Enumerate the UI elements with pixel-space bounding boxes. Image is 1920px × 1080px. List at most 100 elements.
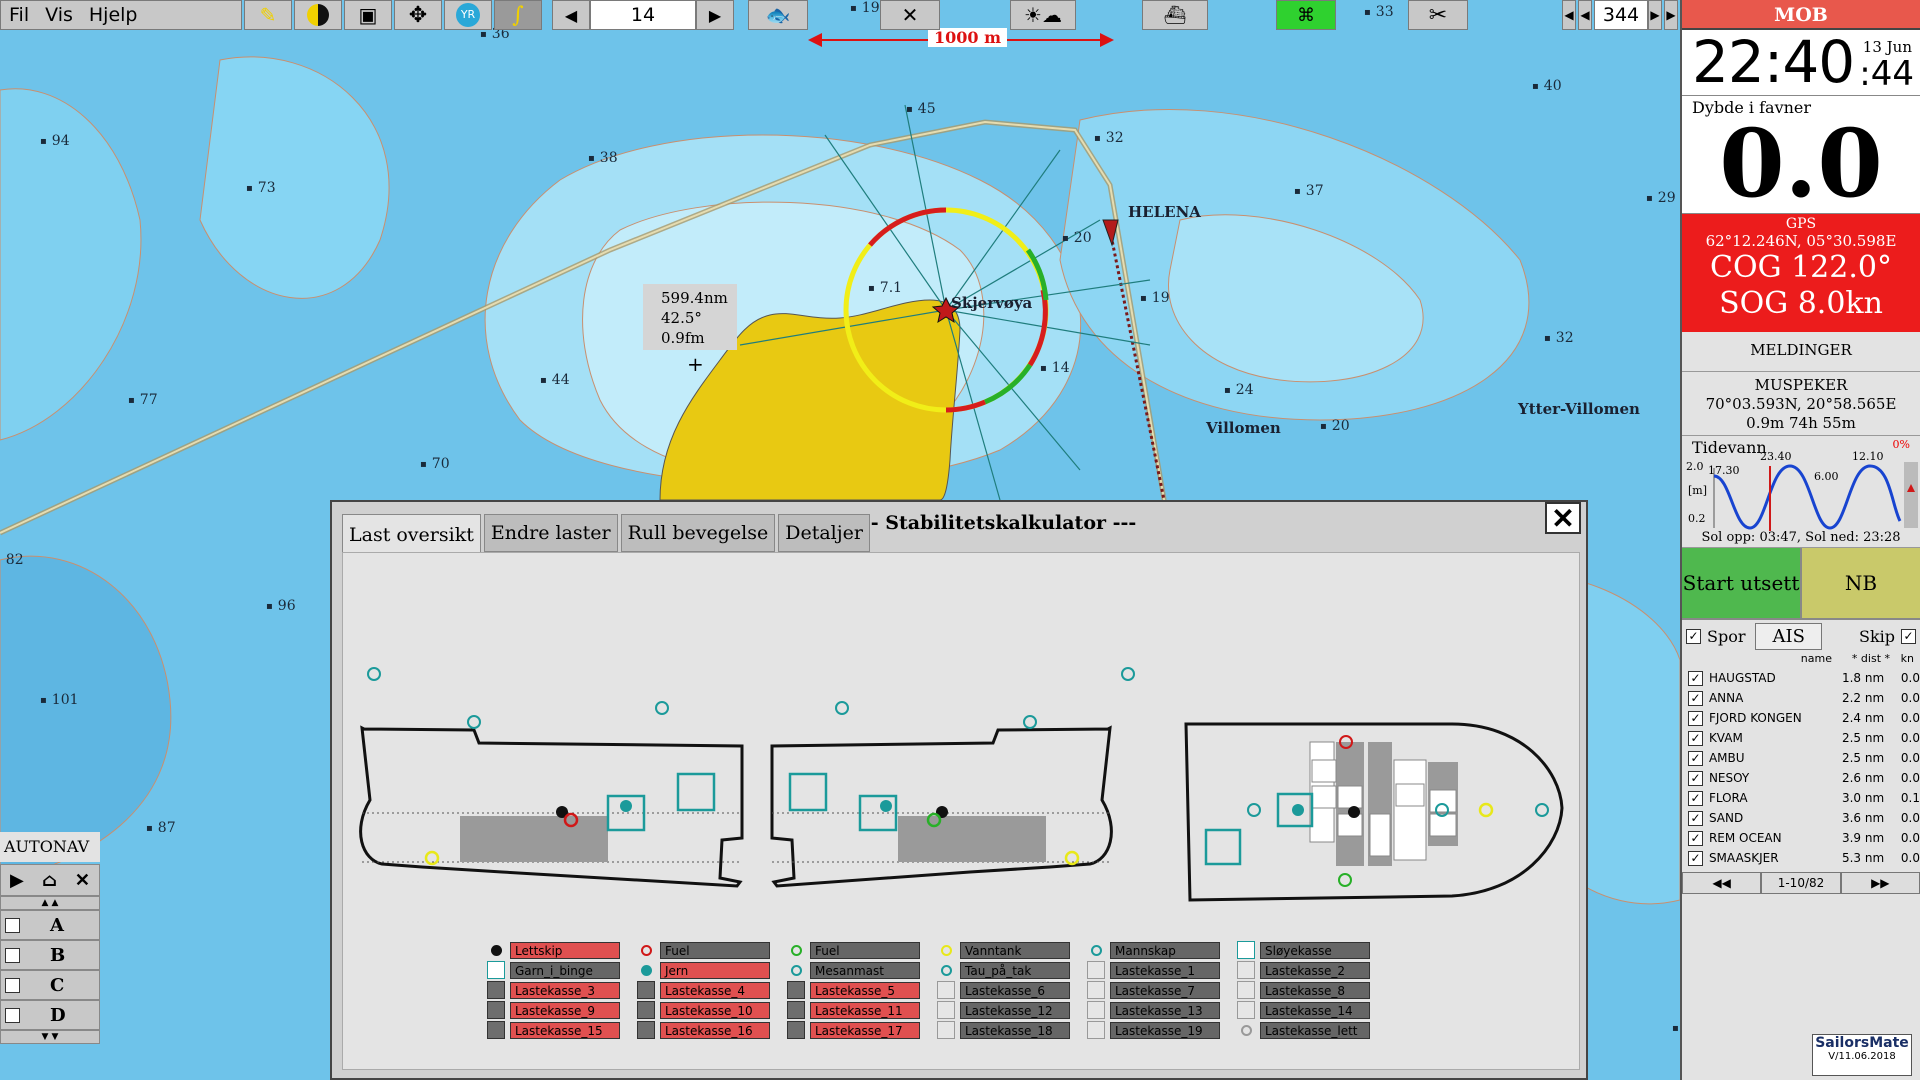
- spor-checkbox[interactable]: ✓: [1686, 628, 1701, 644]
- ais-row-checkbox[interactable]: ✓: [1688, 810, 1703, 826]
- ais-row[interactable]: ✓ ANNA 2.2 nm 0.0: [1682, 688, 1920, 708]
- autonav-scroll-up[interactable]: ▲ ▲: [0, 896, 100, 910]
- ais-row-checkbox[interactable]: ✓: [1688, 850, 1703, 866]
- nb-button[interactable]: NB: [1802, 548, 1920, 618]
- legend-item[interactable]: Lastekasse_19: [1086, 1020, 1236, 1040]
- legend-item[interactable]: Lastekasse_4: [636, 980, 786, 1000]
- legend-item[interactable]: Lastekasse_17: [786, 1020, 936, 1040]
- legend-item[interactable]: Lastekasse_8: [1236, 980, 1386, 1000]
- ais-row-checkbox[interactable]: ✓: [1688, 670, 1703, 686]
- legend-item[interactable]: Lastekasse_16: [636, 1020, 786, 1040]
- menu-hjelp[interactable]: Hjelp: [89, 4, 138, 26]
- zoom-prev-button[interactable]: ◀: [552, 0, 590, 30]
- legend-item[interactable]: Lastekasse_lett: [1236, 1020, 1386, 1040]
- menu-fil[interactable]: Fil: [9, 4, 29, 26]
- pan-button[interactable]: ✥: [394, 0, 442, 30]
- zoom-level-field[interactable]: 14: [590, 0, 696, 30]
- ais-row[interactable]: ✓ FJORD KONGEN 2.4 nm 0.0: [1682, 708, 1920, 728]
- legend-item[interactable]: Lastekasse_6: [936, 980, 1086, 1000]
- autonav-checkbox[interactable]: [5, 977, 20, 993]
- autonav-row[interactable]: C: [0, 970, 100, 1000]
- legend-item[interactable]: Lastekasse_10: [636, 1000, 786, 1020]
- page-next-button[interactable]: ▶: [1648, 0, 1662, 30]
- page-last-button[interactable]: ▶: [1664, 0, 1678, 30]
- ais-next-button[interactable]: ▶▶: [1840, 872, 1920, 894]
- autonav-checkbox[interactable]: [5, 1007, 20, 1023]
- legend-item[interactable]: Lastekasse_2: [1236, 960, 1386, 980]
- north-up-button[interactable]: ✕: [880, 0, 940, 30]
- page-first-button[interactable]: ◀: [1562, 0, 1576, 30]
- ais-row[interactable]: ✓ FLORA 3.0 nm 0.1: [1682, 788, 1920, 808]
- legend-item[interactable]: Lastekasse_14: [1236, 1000, 1386, 1020]
- ais-row[interactable]: ✓ SMAASKJER 5.3 nm 0.0: [1682, 848, 1920, 868]
- ais-row-checkbox[interactable]: ✓: [1688, 710, 1703, 726]
- legend-item[interactable]: Lastekasse_7: [1086, 980, 1236, 1000]
- tab-endre-laster[interactable]: Endre laster: [483, 514, 618, 552]
- tools-button[interactable]: ✂: [1408, 0, 1468, 30]
- ais-row[interactable]: ✓ AMBU 2.5 nm 0.0: [1682, 748, 1920, 768]
- legend-item[interactable]: Lastekasse_12: [936, 1000, 1086, 1020]
- tab-rull-bevegelse[interactable]: Rull bevegelse: [620, 514, 776, 552]
- home-icon[interactable]: ⌂: [42, 870, 57, 891]
- autonav-checkbox[interactable]: [5, 947, 20, 963]
- ais-row[interactable]: ✓ NESOY 2.6 nm 0.0: [1682, 768, 1920, 788]
- page-number-field[interactable]: 344: [1594, 0, 1648, 30]
- ais-button[interactable]: AIS: [1755, 622, 1822, 650]
- ais-row-checkbox[interactable]: ✓: [1688, 770, 1703, 786]
- zoom-next-button[interactable]: ▶: [696, 0, 734, 30]
- start-utsett-button[interactable]: Start utsett: [1682, 548, 1802, 618]
- chart-button[interactable]: ▣: [344, 0, 392, 30]
- ais-prev-button[interactable]: ◀◀: [1682, 872, 1762, 894]
- autonav-checkbox[interactable]: [5, 917, 20, 933]
- map-layer-button[interactable]: ⌘: [1276, 0, 1336, 30]
- ais-row-checkbox[interactable]: ✓: [1688, 750, 1703, 766]
- legend-item[interactable]: Lastekasse_15: [486, 1020, 636, 1040]
- play-icon[interactable]: ▶: [10, 870, 24, 891]
- legend-item[interactable]: Lastekasse_13: [1086, 1000, 1236, 1020]
- day-night-button[interactable]: [294, 0, 342, 30]
- autonav-row[interactable]: A: [0, 910, 100, 940]
- ais-row-checkbox[interactable]: ✓: [1688, 690, 1703, 706]
- legend-item[interactable]: Fuel: [636, 940, 786, 960]
- ais-row[interactable]: ✓ HAUGSTAD 1.8 nm 0.0: [1682, 668, 1920, 688]
- weather-button[interactable]: ☀☁: [1010, 0, 1076, 30]
- skip-checkbox[interactable]: ✓: [1901, 628, 1916, 644]
- legend-item[interactable]: Lastekasse_1: [1086, 960, 1236, 980]
- close-icon[interactable]: ✕: [75, 870, 90, 891]
- fish-button[interactable]: 🐟: [748, 0, 808, 30]
- route-button[interactable]: ∫: [494, 0, 542, 30]
- legend-item[interactable]: Jern: [636, 960, 786, 980]
- ais-row[interactable]: ✓ SAND 3.6 nm 0.0: [1682, 808, 1920, 828]
- legend-item[interactable]: Tau_på_tak: [936, 960, 1086, 980]
- legend-item[interactable]: Mesanmast: [786, 960, 936, 980]
- tab-detaljer[interactable]: Detaljer: [778, 514, 870, 552]
- legend-item[interactable]: Vanntank: [936, 940, 1086, 960]
- boat-button[interactable]: ⛴: [1142, 0, 1208, 30]
- legend-item[interactable]: Lastekasse_5: [786, 980, 936, 1000]
- ais-row-checkbox[interactable]: ✓: [1688, 790, 1703, 806]
- autonav-row[interactable]: D: [0, 1000, 100, 1030]
- legend-item[interactable]: Fuel: [786, 940, 936, 960]
- legend-item[interactable]: Lastekasse_9: [486, 1000, 636, 1020]
- tab-last-oversikt[interactable]: Last oversikt: [342, 514, 481, 554]
- meldinger-button[interactable]: MELDINGER: [1682, 332, 1920, 372]
- legend-item[interactable]: Lettskip: [486, 940, 636, 960]
- pin-button[interactable]: ✎: [244, 0, 292, 30]
- legend-item[interactable]: Mannskap: [1086, 940, 1236, 960]
- page-prev-button[interactable]: ◀: [1578, 0, 1592, 30]
- ais-row-checkbox[interactable]: ✓: [1688, 730, 1703, 746]
- dialog-close-button[interactable]: ✕: [1545, 502, 1581, 535]
- legend-item[interactable]: Garn_i_binge: [486, 960, 636, 980]
- legend-item[interactable]: Sløyekasse: [1236, 940, 1386, 960]
- autonav-row[interactable]: B: [0, 940, 100, 970]
- mob-button[interactable]: MOB: [1682, 0, 1920, 30]
- menu-vis[interactable]: Vis: [45, 4, 73, 26]
- legend-item[interactable]: Lastekasse_18: [936, 1020, 1086, 1040]
- autonav-scroll-down[interactable]: ▼ ▼: [0, 1030, 100, 1044]
- legend-item[interactable]: Lastekasse_3: [486, 980, 636, 1000]
- ais-row[interactable]: ✓ REM OCEAN 3.9 nm 0.0: [1682, 828, 1920, 848]
- ais-row-checkbox[interactable]: ✓: [1688, 830, 1703, 846]
- legend-item[interactable]: Lastekasse_11: [786, 1000, 936, 1020]
- yr-weather-button[interactable]: YR: [444, 0, 492, 30]
- ais-row[interactable]: ✓ KVAM 2.5 nm 0.0: [1682, 728, 1920, 748]
